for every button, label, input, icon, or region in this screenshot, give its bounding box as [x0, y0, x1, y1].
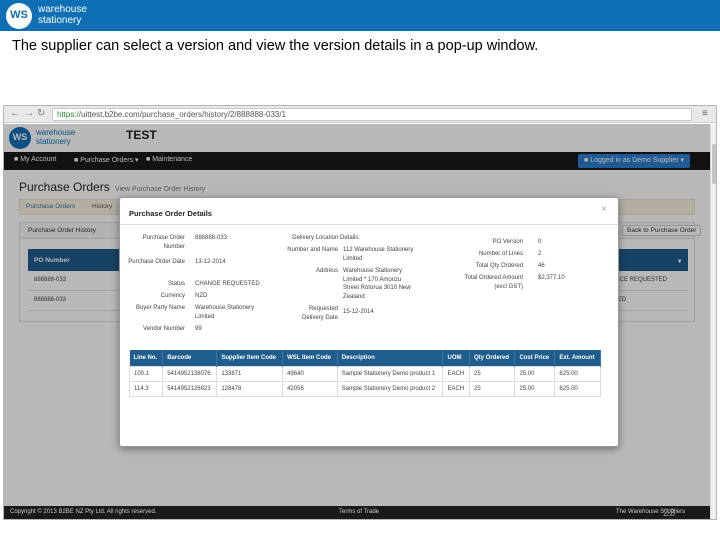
- header-supplier-item-code[interactable]: Supplier Item Code: [216, 350, 284, 367]
- slide-header: WS warehouse stationery: [0, 0, 720, 31]
- reload-icon[interactable]: ↻: [37, 107, 45, 121]
- footer-terms-link[interactable]: Terms of Trade: [339, 509, 379, 515]
- cell-line-no: 114.3: [128, 381, 164, 397]
- cell-supplier-item-code: 128478: [216, 381, 284, 397]
- logo-initials: WS: [10, 9, 28, 21]
- cell-cost-price: 25.00: [514, 366, 556, 382]
- back-arrow-icon[interactable]: ←: [10, 107, 20, 121]
- browser-menu-icon[interactable]: ≡: [702, 108, 708, 119]
- scrollbar-thumb[interactable]: [712, 144, 716, 184]
- cell-wsl-item-code: 42056: [282, 381, 338, 397]
- table-row[interactable]: 100.1 5414952138076 133871 49640 Sample …: [128, 366, 601, 382]
- value-total-qty-ordered: 46: [538, 263, 545, 269]
- header-qty-ordered[interactable]: Qty Ordered: [469, 350, 516, 367]
- cell-uom: EACH: [442, 381, 470, 397]
- header-ext-amount[interactable]: Ext. Amount: [554, 350, 601, 367]
- footer-copyright: Copyright © 2013 B2BE NZ Pty Ltd. All ri…: [10, 509, 157, 515]
- label-number-of-lines: Number of Lines: [478, 251, 523, 257]
- table-row[interactable]: 114.3 5414952126823 128478 42056 Sample …: [128, 381, 601, 397]
- cell-qty-ordered: 25: [468, 366, 516, 382]
- label-po-version: PO Version: [492, 239, 523, 245]
- cell-uom: EACH: [442, 366, 470, 382]
- cell-ext-amount: 625.00: [554, 381, 601, 397]
- cell-line-no: 100.1: [128, 366, 164, 382]
- cell-barcode: 5414952138076: [162, 366, 218, 382]
- cell-ext-amount: 625.00: [554, 366, 601, 382]
- app-footer: Copyright © 2013 B2BE NZ Pty Ltd. All ri…: [4, 506, 710, 519]
- cell-description: Sample Stationery Demo product 2: [336, 381, 444, 397]
- header-wsl-item-code[interactable]: WSL Item Code: [282, 350, 338, 367]
- value-total-ordered-amount: $2,377.10: [538, 275, 565, 281]
- brand-line-2: stationery: [38, 15, 82, 26]
- label-total-qty-ordered: Total Qty Ordered: [475, 263, 523, 269]
- purchase-order-details-modal: Purchase Order Details × Purchase Order …: [119, 197, 619, 447]
- header-uom[interactable]: UOM: [442, 350, 470, 367]
- browser-window: ← → ↻ https://uittest.b2be.com/purchase_…: [3, 105, 717, 520]
- cell-cost-price: 25.00: [514, 381, 556, 397]
- label-total-ordered-amount: Total Ordered Amount (excl GST): [464, 275, 523, 290]
- order-lines-header: Line No. Barcode Supplier Item Code WSL …: [129, 350, 601, 367]
- value-number-of-lines: 2: [538, 251, 542, 257]
- cell-description: Sample Stationery Demo product 1: [336, 366, 444, 382]
- cell-barcode: 5414952126823: [162, 381, 218, 397]
- slide: WS warehouse stationery The supplier can…: [0, 0, 720, 540]
- forward-arrow-icon[interactable]: →: [24, 107, 34, 121]
- ws-logo-icon: WS: [6, 3, 32, 29]
- header-cost-price[interactable]: Cost Price: [514, 350, 556, 367]
- browser-toolbar: ← → ↻ https://uittest.b2be.com/purchase_…: [4, 106, 716, 123]
- header-line-no[interactable]: Line No.: [129, 350, 164, 367]
- cell-qty-ordered: 25: [468, 381, 516, 397]
- brand-line-1: warehouse: [38, 4, 87, 15]
- order-lines-table: Line No. Barcode Supplier Item Code WSL …: [128, 350, 601, 397]
- cell-wsl-item-code: 49640: [282, 366, 338, 382]
- slide-page-number: 23: [663, 507, 676, 519]
- totals-column: PO Version 0 Number of Lines 2 Total Qty…: [120, 198, 620, 348]
- url-path: uittest.b2be.com/purchase_orders/history…: [81, 110, 287, 119]
- address-bar[interactable]: https://uittest.b2be.com/purchase_orders…: [52, 108, 692, 121]
- header-barcode[interactable]: Barcode: [162, 350, 218, 367]
- header-description[interactable]: Description: [337, 350, 444, 367]
- brand-name: warehouse stationery: [38, 4, 87, 26]
- value-po-version: 0: [538, 239, 542, 245]
- cell-supplier-item-code: 133871: [216, 366, 284, 382]
- slide-caption: The supplier can select a version and vi…: [12, 38, 539, 54]
- page-scrollbar[interactable]: [710, 124, 716, 519]
- url-scheme: https://: [57, 110, 82, 119]
